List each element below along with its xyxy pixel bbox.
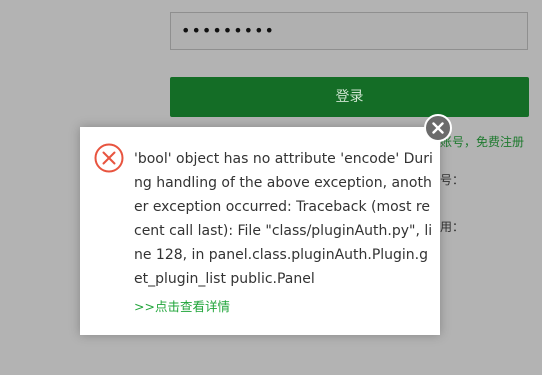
close-icon — [432, 122, 444, 134]
background-label-fragment: 号： — [440, 173, 465, 187]
close-dialog-button[interactable] — [424, 114, 452, 142]
error-dialog: 'bool' object has no attribute 'encode' … — [80, 127, 440, 335]
error-message: 'bool' object has no attribute 'encode' … — [134, 151, 433, 287]
login-button[interactable]: 登录 — [170, 77, 529, 117]
background-label-fragment: 用： — [440, 220, 465, 234]
password-input[interactable]: ••••••••• — [170, 12, 528, 50]
view-details-link[interactable]: >>点击查看详情 — [134, 295, 434, 319]
error-circle-x-icon — [94, 143, 124, 173]
register-link[interactable]: 账号，免费注册 — [440, 133, 524, 150]
error-message-container: 'bool' object has no attribute 'encode' … — [134, 147, 434, 319]
